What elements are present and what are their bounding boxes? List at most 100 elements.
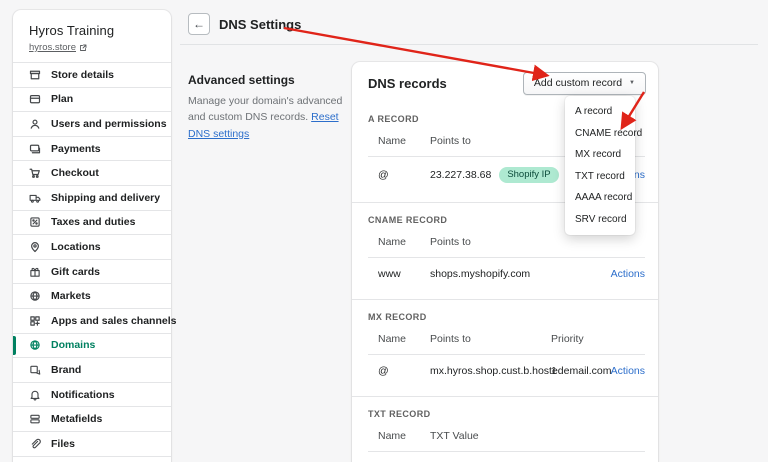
column-header-name: Name	[378, 236, 407, 248]
cart-icon	[29, 168, 40, 179]
record-points-to: mx.hyros.shop.cust.b.hostedemail.com	[430, 365, 612, 377]
add-custom-record-button[interactable]: Add custom record ▼	[522, 71, 646, 95]
store-url-row: hyros.store	[29, 42, 155, 53]
storefront-icon	[29, 70, 41, 80]
menu-item-mx-record[interactable]: MX record	[565, 144, 635, 166]
apps-grid-icon	[30, 316, 40, 326]
sidebar-item-label: Store details	[51, 68, 115, 81]
menu-item-a-record[interactable]: A record	[565, 101, 635, 123]
sidebar-item-apps-and-sales-channels[interactable]: Apps and sales channels	[13, 307, 176, 333]
actions-link[interactable]: Actions	[611, 268, 645, 280]
sidebar-item-notifications[interactable]: Notifications	[13, 381, 171, 407]
store-name: Hyros Training	[29, 23, 115, 38]
shopify-ip-badge: Shopify IP	[499, 167, 559, 183]
menu-item-txt-record[interactable]: TXT record	[565, 166, 635, 188]
column-header-points-to: Points to	[430, 236, 471, 248]
sidebar-item-locations[interactable]: Locations	[13, 234, 171, 259]
actions-cell: Actions	[601, 268, 645, 280]
sidebar-item-label: Brand	[51, 363, 82, 376]
sidebar-item-label: Checkout	[51, 167, 99, 180]
mx-record-section: MX RECORD Name Points to Priority @ mx.h…	[352, 299, 658, 396]
sidebar-item-label: Payments	[51, 142, 101, 155]
divider	[13, 455, 171, 457]
sidebar-item-domains[interactable]: Domains	[13, 332, 171, 358]
table-row: www shops.myshopify.com Actions	[352, 258, 658, 289]
column-header-points-to: Points to	[430, 333, 471, 345]
record-priority: 1	[551, 365, 557, 377]
sidebar-item-label: Notifications	[51, 388, 115, 401]
menu-item-aaaa-record[interactable]: AAAA record	[565, 187, 635, 209]
record-value: shops.myshopify.com	[430, 268, 531, 280]
sidebar-item-label: Files	[51, 437, 75, 450]
external-link-icon	[80, 44, 87, 51]
sidebar-item-markets[interactable]: Markets	[13, 283, 171, 308]
sidebar-item-label: Plan	[51, 93, 74, 106]
column-header-name: Name	[378, 135, 407, 147]
actions-link[interactable]: Actions	[611, 365, 645, 377]
payments-card-icon	[29, 144, 41, 153]
record-name: @	[378, 169, 389, 181]
truck-icon	[29, 194, 41, 203]
column-header-priority: Priority	[551, 333, 584, 345]
sidebar-item-metafields[interactable]: Metafields	[13, 406, 171, 431]
percent-icon	[30, 217, 40, 228]
map-pin-icon	[31, 242, 39, 253]
record-value: 23.227.38.68	[430, 169, 492, 181]
sidebar-item-label: Metafields	[51, 413, 103, 426]
add-custom-record-label: Add custom record	[533, 77, 623, 89]
back-icon: ←	[193, 17, 205, 31]
bell-icon	[30, 390, 40, 401]
store-header: Hyros Training hyros.store	[13, 10, 171, 62]
metafields-icon	[30, 414, 40, 424]
sidebar-item-checkout[interactable]: Checkout	[13, 160, 171, 185]
divider	[180, 44, 758, 45]
record-name: @	[378, 365, 389, 377]
menu-item-srv-record[interactable]: SRV record	[565, 209, 635, 231]
plan-card-icon	[29, 95, 41, 104]
section-label: TXT RECORD	[368, 409, 431, 419]
record-points-to: shops.myshopify.com	[430, 268, 601, 280]
sidebar-item-users-and-permissions[interactable]: Users and permissions	[13, 111, 171, 136]
sidebar-item-plan[interactable]: Plan	[13, 86, 171, 112]
gift-icon	[30, 267, 40, 277]
table-header: Name Points to Priority	[352, 331, 658, 354]
txt-record-section: TXT RECORD Name TXT Value _provider shop…	[352, 396, 658, 462]
sidebar-item-files[interactable]: Files	[13, 430, 171, 456]
menu-item-cname-record[interactable]: CNAME record	[565, 123, 642, 145]
chevron-down-icon: ▼	[629, 80, 635, 86]
back-button[interactable]: ←	[188, 13, 210, 35]
brand-icon	[30, 365, 41, 375]
store-url-link[interactable]: hyros.store	[29, 42, 76, 53]
page-title: DNS Settings	[219, 17, 302, 32]
record-name: www	[378, 268, 401, 280]
settings-sidebar: Hyros Training hyros.store Store details…	[13, 10, 176, 462]
sidebar-item-label: Users and permissions	[51, 117, 167, 130]
sidebar-item-label: Locations	[51, 240, 101, 253]
table-header: Name Points to	[352, 234, 658, 257]
sidebar-item-label: Markets	[51, 290, 91, 303]
table-row: _provider shopify Actions	[352, 452, 658, 462]
shopify-domain-settings-screen: Hyros Training hyros.store Store details…	[0, 0, 768, 462]
column-header-name: Name	[378, 333, 407, 345]
advanced-settings-description: Manage your domain's advanced and custom…	[188, 93, 350, 142]
sidebar-item-taxes-and-duties[interactable]: Taxes and duties	[13, 209, 171, 235]
sidebar-item-shipping-and-delivery[interactable]: Shipping and delivery	[13, 184, 171, 210]
sidebar-item-gift-cards[interactable]: Gift cards	[13, 258, 171, 284]
paperclip-icon	[31, 438, 41, 449]
user-icon	[30, 119, 40, 129]
sidebar-item-label: Apps and sales channels	[51, 314, 177, 327]
section-label: MX RECORD	[368, 312, 427, 322]
domain-globe-icon	[30, 340, 40, 351]
sidebar-item-payments[interactable]: Payments	[13, 135, 171, 161]
column-header-name: Name	[378, 430, 407, 442]
sidebar-item-store-details[interactable]: Store details	[13, 62, 171, 87]
dns-records-title: DNS records	[368, 75, 447, 91]
sidebar-item-label: Gift cards	[51, 265, 101, 278]
sidebar-item-label: Domains	[51, 339, 96, 352]
globe-icon	[30, 291, 40, 301]
sidebar-item-label: Shipping and delivery	[51, 191, 161, 204]
sidebar-item-brand[interactable]: Brand	[13, 357, 171, 382]
column-header-txt-value: TXT Value	[430, 430, 479, 442]
actions-cell: Actions	[601, 365, 645, 377]
table-row: @ mx.hyros.shop.cust.b.hostedemail.com 1…	[352, 355, 658, 386]
